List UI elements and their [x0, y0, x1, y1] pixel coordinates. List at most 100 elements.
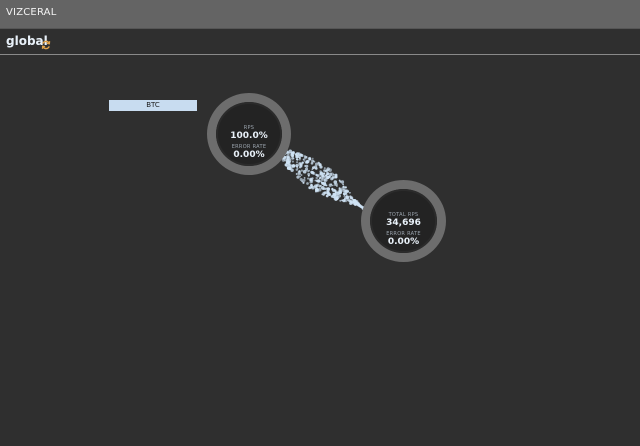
- traffic-particle: [343, 195, 346, 198]
- traffic-particle: [316, 174, 319, 177]
- traffic-particles: [276, 146, 374, 216]
- node-btc-center: RPS 100.0% ERROR RATE 0.00%: [216, 102, 282, 166]
- traffic-particle: [355, 201, 359, 205]
- traffic-particle: [319, 176, 322, 179]
- traffic-particle: [349, 200, 351, 203]
- traffic-particle: [344, 186, 347, 189]
- traffic-particle: [358, 204, 362, 208]
- traffic-particle: [359, 205, 362, 208]
- traffic-particle: [338, 190, 342, 194]
- traffic-particle: [328, 175, 331, 178]
- traffic-particle: [287, 161, 291, 165]
- traffic-particle: [296, 158, 299, 161]
- traffic-particle: [307, 172, 311, 176]
- traffic-particle: [319, 165, 323, 169]
- traffic-particle: [351, 202, 354, 205]
- traffic-particle: [356, 201, 359, 205]
- traffic-particle: [286, 164, 290, 168]
- traffic-particle: [294, 153, 297, 156]
- traffic-particle: [345, 195, 350, 200]
- traffic-particle: [349, 196, 353, 200]
- traffic-particle: [320, 181, 323, 184]
- traffic-particle: [311, 157, 314, 160]
- traffic-particle: [325, 184, 328, 187]
- traffic-particle: [297, 170, 301, 174]
- traffic-particle: [322, 172, 326, 175]
- app-title: VIZCERAL: [6, 7, 57, 18]
- traffic-particle: [326, 187, 331, 191]
- node-internet[interactable]: TOTAL RPS 34,696 ERROR RATE 0.00%: [361, 180, 446, 262]
- traffic-particle: [306, 159, 310, 164]
- traffic-particle: [338, 187, 343, 192]
- traffic-particle: [285, 160, 288, 163]
- traffic-particle: [289, 165, 294, 169]
- traffic-particle: [319, 170, 322, 173]
- traffic-particle: [310, 161, 314, 165]
- traffic-particle: [335, 197, 339, 201]
- traffic-particle: [296, 175, 300, 179]
- traffic-particle: [358, 204, 362, 208]
- traffic-particle: [358, 204, 360, 206]
- refresh-icon[interactable]: [41, 35, 51, 50]
- traffic-particle: [321, 182, 324, 185]
- traffic-particle: [295, 158, 299, 161]
- traffic-particle: [334, 193, 337, 196]
- traffic-particle: [354, 202, 357, 206]
- node-btc[interactable]: RPS 100.0% ERROR RATE 0.00%: [207, 93, 291, 175]
- traffic-particle: [345, 193, 348, 196]
- traffic-particle: [323, 167, 326, 170]
- traffic-particle: [333, 183, 337, 186]
- traffic-particle: [326, 188, 330, 192]
- traffic-particle: [291, 154, 295, 158]
- traffic-particle: [328, 168, 332, 172]
- traffic-particle: [324, 179, 326, 182]
- traffic-particle: [297, 152, 301, 155]
- traffic-particle: [287, 156, 290, 160]
- traffic-particle: [322, 193, 325, 196]
- traffic-particle: [295, 161, 299, 164]
- traffic-particle: [358, 204, 362, 208]
- traffic-particle: [344, 199, 348, 203]
- traffic-particle: [338, 188, 343, 193]
- traffic-particle: [295, 173, 298, 175]
- traffic-particle: [322, 181, 327, 186]
- node-tag-btc[interactable]: BTC: [109, 100, 197, 111]
- traffic-particle: [344, 190, 348, 193]
- traffic-particle: [341, 186, 345, 190]
- traffic-particle: [305, 160, 309, 164]
- traffic-particle: [314, 187, 319, 192]
- traffic-particle: [311, 168, 314, 171]
- traffic-particle: [299, 177, 303, 182]
- traffic-particle: [298, 156, 301, 160]
- traffic-particle: [292, 164, 295, 166]
- traffic-particle: [314, 185, 318, 189]
- vizceral-app: VIZCERAL global BTC RPS 100.0% ERROR RAT…: [0, 0, 640, 446]
- traffic-particle: [331, 188, 334, 191]
- traffic-particle: [315, 184, 319, 187]
- traffic-particle: [334, 190, 339, 194]
- traffic-particle: [295, 152, 300, 156]
- traffic-particle: [315, 176, 318, 180]
- traffic-particle: [283, 157, 287, 161]
- traffic-particle: [292, 157, 295, 160]
- traffic-particle: [328, 175, 331, 178]
- traffic-particle: [326, 192, 330, 196]
- traffic-particle: [344, 189, 348, 193]
- traffic-particle: [336, 196, 340, 200]
- node-internet-center: TOTAL RPS 34,696 ERROR RATE 0.00%: [370, 189, 437, 253]
- traffic-particle: [319, 171, 324, 175]
- breadcrumb-bar: global: [0, 29, 640, 55]
- traffic-particle: [304, 161, 307, 164]
- traffic-particle: [323, 175, 327, 179]
- traffic-particle: [354, 200, 358, 204]
- traffic-particle: [290, 152, 295, 157]
- traffic-particle: [351, 199, 356, 203]
- traffic-particle: [317, 179, 321, 183]
- traffic-particle: [335, 198, 338, 201]
- traffic-particle: [326, 187, 329, 190]
- traffic-particle: [307, 170, 310, 173]
- traffic-particle: [342, 183, 344, 186]
- traffic-particle: [333, 190, 335, 192]
- traffic-particle: [323, 169, 326, 172]
- traffic-particle: [326, 173, 329, 176]
